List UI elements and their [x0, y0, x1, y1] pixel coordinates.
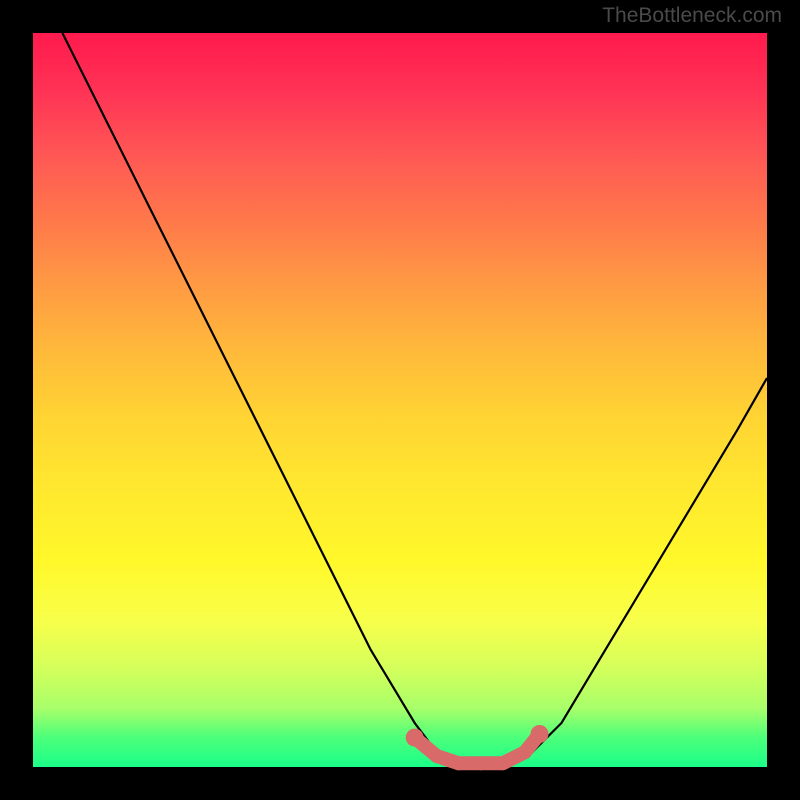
highlight-dot [531, 725, 549, 743]
highlight-dot [496, 756, 510, 770]
highlight-dot [430, 749, 444, 763]
watermark-text: TheBottleneck.com [602, 4, 782, 28]
chart-svg [33, 33, 767, 767]
highlight-dot [518, 745, 532, 759]
bottleneck-curve [62, 33, 767, 763]
optimal-range-highlight [406, 725, 549, 770]
highlight-dot [452, 756, 466, 770]
highlight-dot [406, 729, 424, 747]
highlight-dot [474, 756, 488, 770]
